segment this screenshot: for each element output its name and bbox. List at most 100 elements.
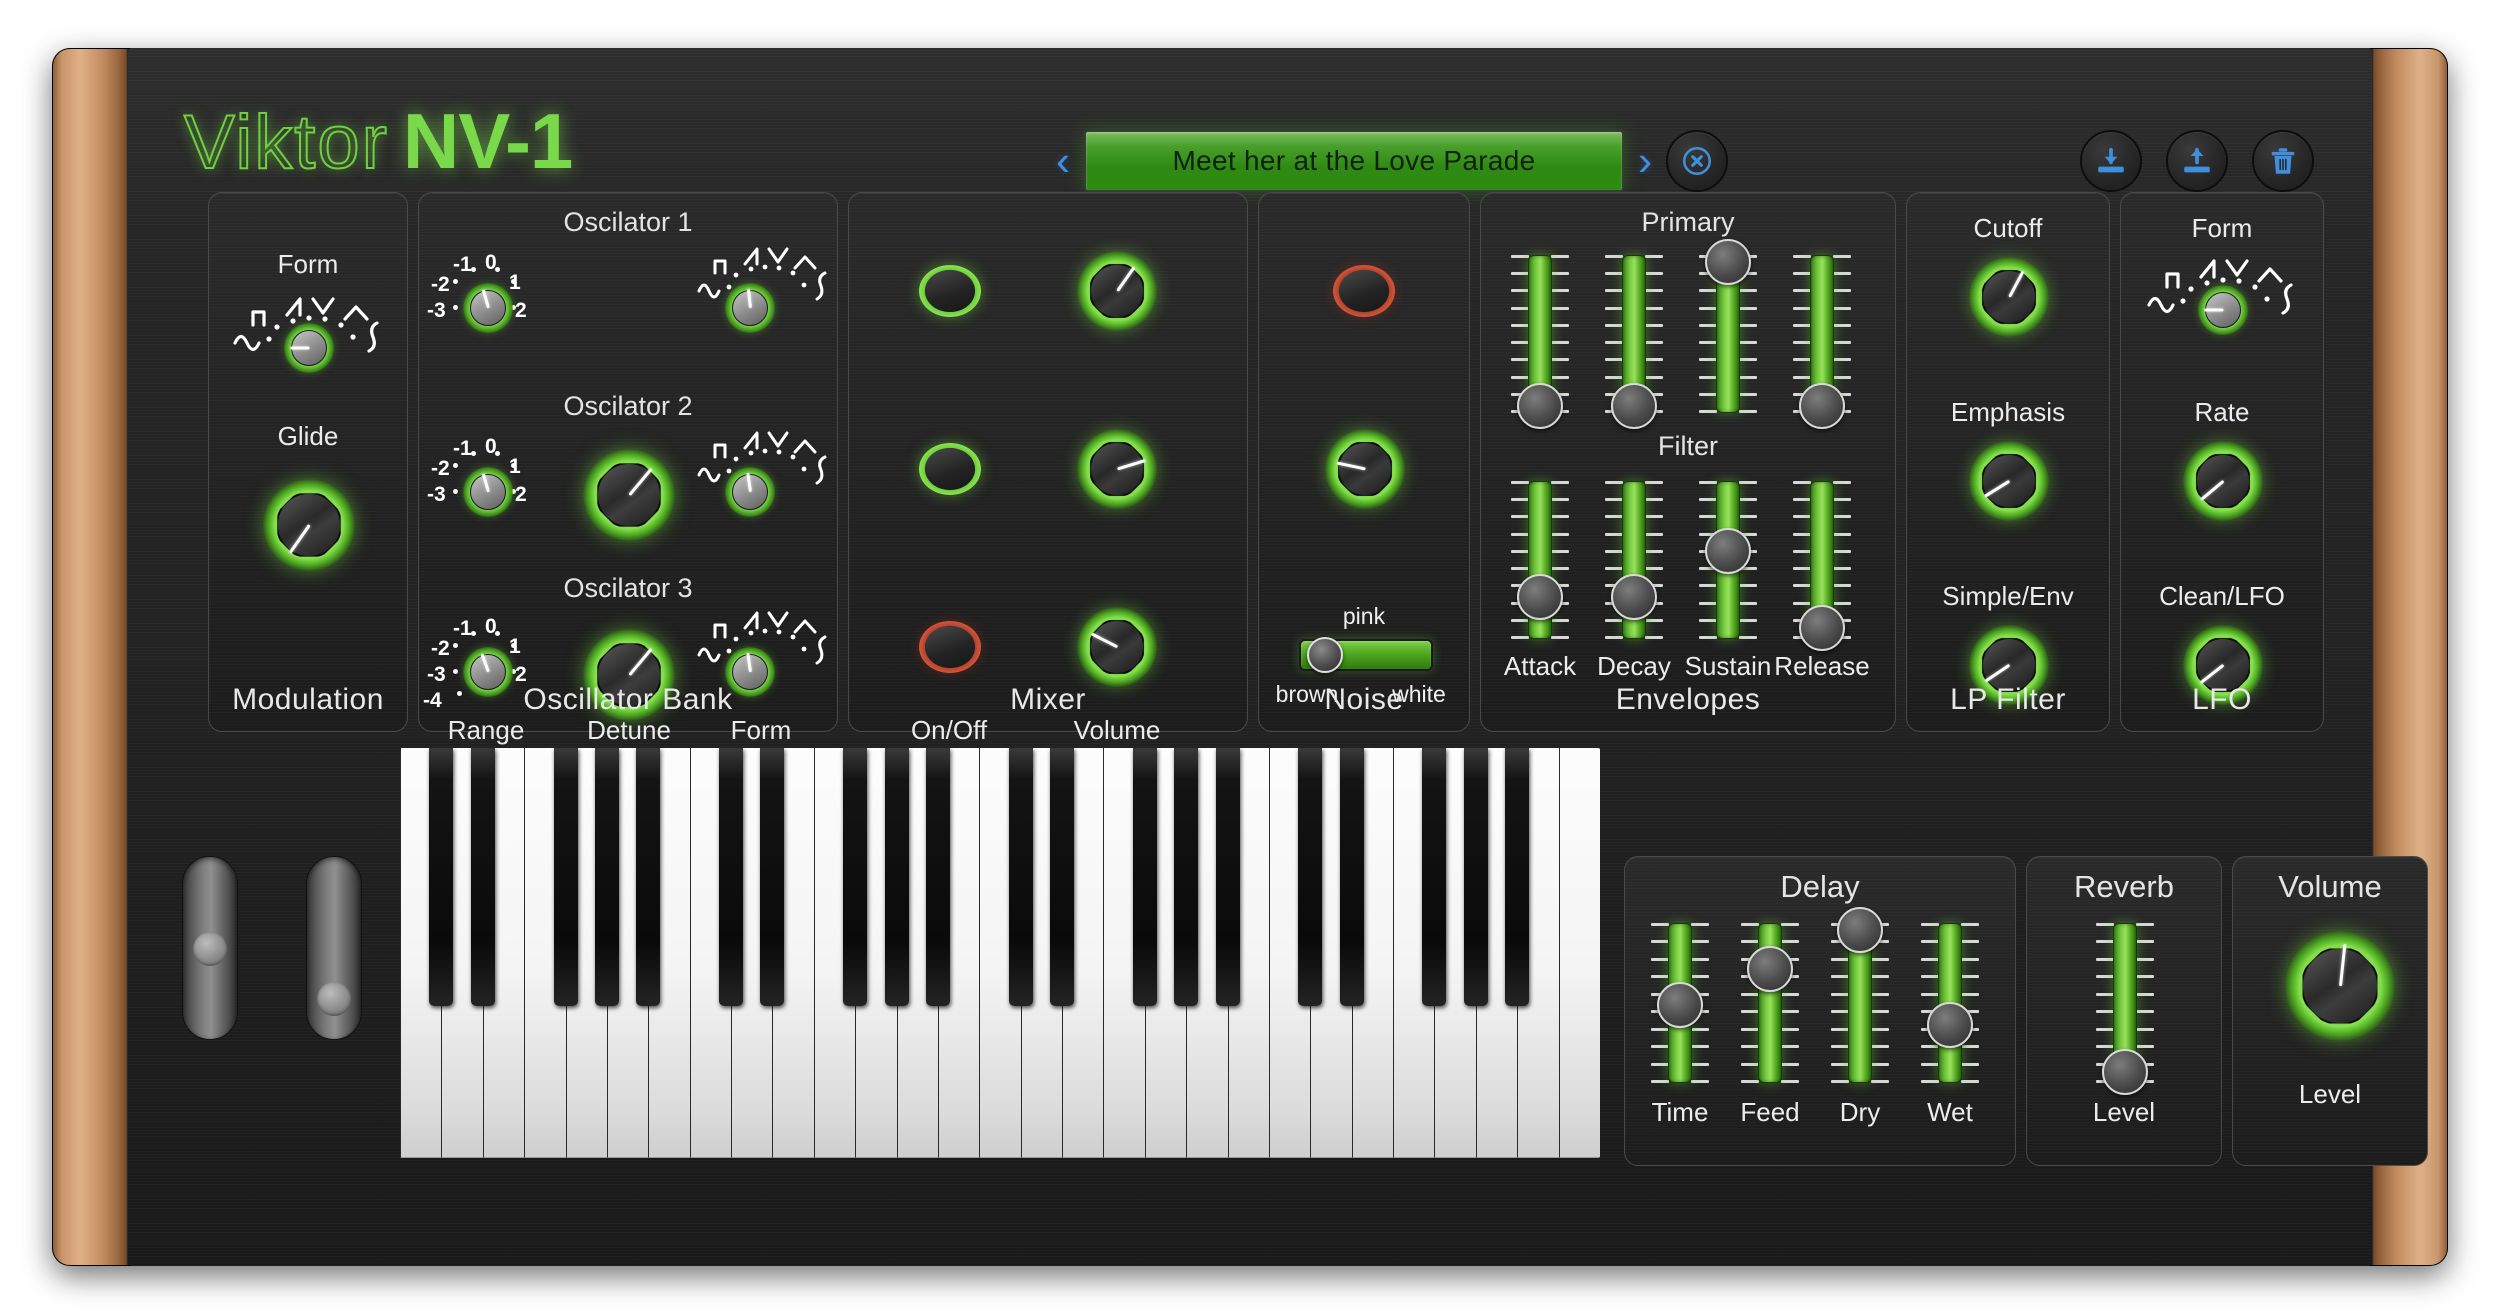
slider-handle[interactable] [1799, 604, 1845, 651]
piano-black-key[interactable] [843, 748, 868, 1007]
glide-knob[interactable] [263, 479, 355, 571]
button-cap [925, 626, 975, 668]
master-volume-title: Volume [2278, 869, 2382, 904]
mixer-volume-label: Volume [1073, 715, 1161, 745]
delay-time-slider[interactable] [1651, 923, 1709, 1083]
slider-handle[interactable] [1927, 1001, 1973, 1048]
oscillator-2-form-knob[interactable] [725, 467, 775, 517]
app-logo: Viktor NV-1 [183, 96, 573, 187]
piano-keyboard[interactable] [400, 748, 1600, 1158]
piano-black-key[interactable] [884, 748, 909, 1007]
logo-text-thin: Viktor [183, 99, 389, 186]
pitch-bend-wheel[interactable] [182, 856, 238, 1040]
noise-onoff-button[interactable] [1333, 265, 1395, 317]
slider-handle[interactable] [1705, 527, 1751, 574]
lfo-form-knob[interactable] [2198, 285, 2248, 335]
slider-handle[interactable] [1657, 981, 1703, 1028]
piano-black-key[interactable] [1298, 748, 1323, 1007]
button-cap [1339, 270, 1389, 312]
lfo-rate-label: Rate [2194, 397, 2250, 427]
modulation-wheel[interactable] [306, 856, 362, 1040]
mixer-panel-title: Mixer [1010, 683, 1086, 716]
cutoff-knob[interactable] [1969, 257, 2049, 337]
filter-release-slider[interactable] [1793, 481, 1851, 651]
export-preset-button[interactable] [2166, 130, 2228, 192]
primary-decay-slider[interactable] [1605, 255, 1663, 430]
export-disk-icon [2184, 147, 2210, 173]
mixer-channel-3-volume-knob[interactable] [1077, 607, 1157, 687]
mixer-channel-2-onoff[interactable] [919, 443, 981, 495]
emphasis-knob[interactable] [1969, 441, 2049, 521]
delay-wet-slider[interactable] [1921, 923, 1979, 1083]
mixer-channel-3-onoff[interactable] [919, 621, 981, 673]
piano-black-key[interactable] [1132, 748, 1157, 1007]
slider-handle[interactable] [1837, 906, 1883, 953]
range-tick-label: 1 [509, 271, 521, 294]
preset-prev-button[interactable]: ‹ [1056, 140, 1070, 182]
delay-dry-slider[interactable] [1831, 906, 1889, 1083]
reverb-level-slider[interactable] [2096, 923, 2154, 1095]
knob-pointer [2204, 308, 2223, 312]
piano-black-key[interactable] [1215, 748, 1240, 1007]
piano-white-key[interactable] [1558, 748, 1600, 1158]
slider-handle[interactable] [1611, 573, 1657, 620]
envelopes-panel-title: Envelopes [1615, 683, 1761, 716]
master-volume-knob[interactable] [2285, 931, 2395, 1041]
piano-black-key[interactable] [1422, 748, 1447, 1007]
delete-preset-button[interactable] [2252, 130, 2314, 192]
delay-wet-label: Wet [1927, 1097, 1973, 1127]
piano-black-key[interactable] [760, 748, 785, 1007]
oscillator-2-detune-knob[interactable] [583, 449, 675, 541]
range-tick-label: 0 [485, 615, 497, 638]
piano-black-key[interactable] [925, 748, 950, 1007]
slider-handle[interactable] [1517, 383, 1563, 430]
delay-feed-slider[interactable] [1741, 923, 1799, 1083]
primary-release-slider[interactable] [1793, 255, 1851, 430]
mixer-channel-1-volume-knob[interactable] [1077, 251, 1157, 331]
slider-handle[interactable] [1747, 945, 1793, 992]
piano-black-key[interactable] [1174, 748, 1199, 1007]
noise-color-handle[interactable] [1306, 637, 1343, 673]
lfo-rate-knob[interactable] [2183, 441, 2263, 521]
piano-black-key[interactable] [429, 748, 454, 1007]
filter-decay-slider[interactable] [1605, 481, 1663, 639]
preset-selector: ‹ Meet her at the Love Parade › [1056, 130, 1728, 192]
noise-volume-knob[interactable] [1325, 429, 1405, 509]
oscillator-1-range-knob[interactable] [463, 283, 513, 333]
filter-attack-slider[interactable] [1511, 481, 1569, 639]
primary-sustain-slider[interactable] [1699, 238, 1757, 413]
filter-sustain-slider[interactable] [1699, 481, 1757, 639]
preset-clear-button[interactable] [1666, 130, 1728, 192]
oscillator-1-form-knob[interactable] [725, 283, 775, 333]
oscillator-2-range-knob[interactable] [463, 467, 513, 517]
noise-color-slider[interactable] [1299, 637, 1433, 673]
piano-black-key[interactable] [1008, 748, 1033, 1007]
slider-handle[interactable] [1705, 238, 1751, 285]
piano-black-key[interactable] [636, 748, 661, 1007]
piano-black-key[interactable] [1050, 748, 1075, 1007]
piano-black-key[interactable] [594, 748, 619, 1007]
noise-panel-title: Noise [1324, 683, 1404, 716]
piano-black-key[interactable] [719, 748, 744, 1007]
mixer-channel-2-volume-knob[interactable] [1077, 429, 1157, 509]
primary-attack-slider[interactable] [1511, 255, 1569, 430]
slider-handle[interactable] [2102, 1048, 2148, 1095]
piano-black-key[interactable] [1463, 748, 1488, 1007]
preset-next-button[interactable]: › [1638, 140, 1652, 182]
modulation-form-knob[interactable] [284, 323, 334, 373]
import-preset-button[interactable] [2080, 130, 2142, 192]
piano-black-key[interactable] [1339, 748, 1364, 1007]
button-cap [925, 448, 975, 490]
piano-black-key[interactable] [1505, 748, 1530, 1007]
master-volume-panel: Volume Level [2232, 856, 2428, 1166]
form-column-label: Form [730, 715, 792, 745]
slider-handle[interactable] [1517, 573, 1563, 620]
mixer-channel-1-onoff[interactable] [919, 265, 981, 317]
oscillator-2-title: Oscilator 2 [563, 391, 693, 421]
preset-name-display[interactable]: Meet her at the Love Parade [1084, 130, 1624, 192]
piano-black-key[interactable] [553, 748, 578, 1007]
slider-handle[interactable] [1611, 383, 1657, 430]
piano-black-key[interactable] [470, 748, 495, 1007]
slider-handle[interactable] [1799, 383, 1845, 430]
envelope-release-label: Release [1774, 651, 1870, 681]
